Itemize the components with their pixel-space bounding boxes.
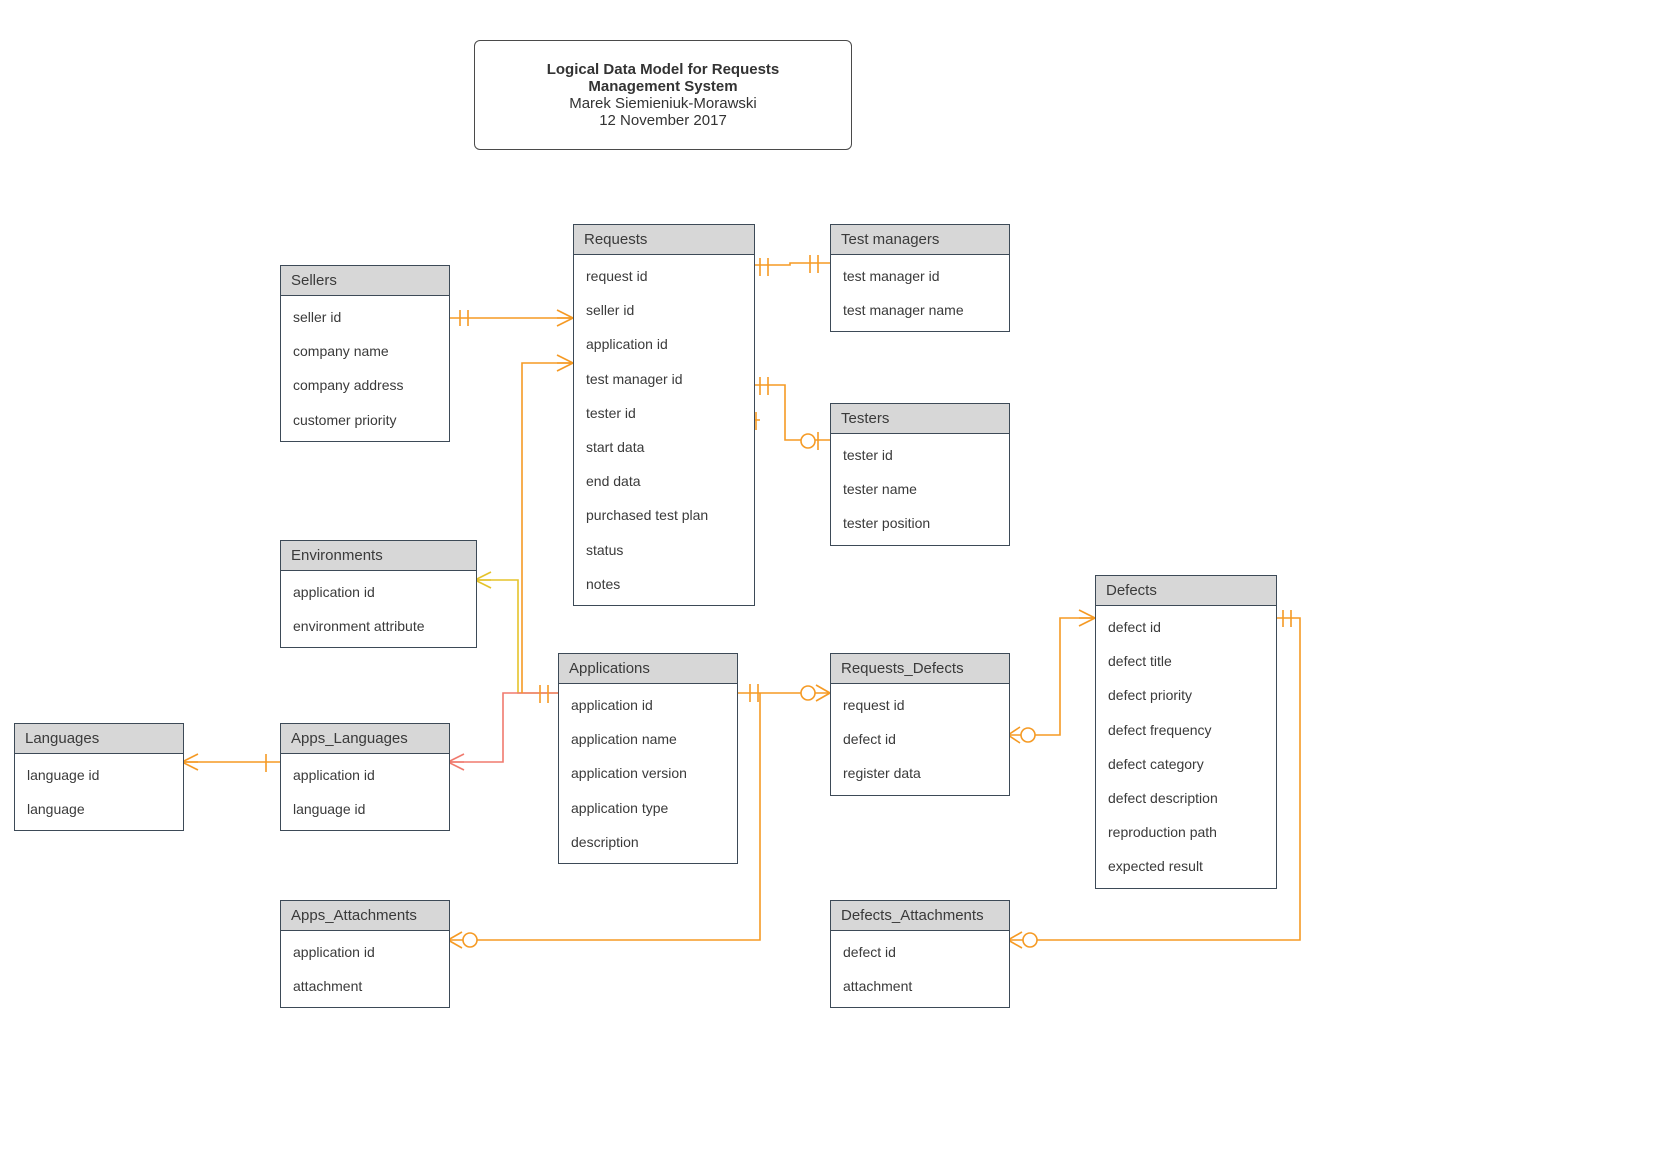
entity-header: Defects (1096, 576, 1276, 606)
entity-attribute: test manager id (831, 259, 1009, 293)
title-author: Marek Siemieniuk-Morawski (503, 95, 823, 112)
entity-header: Environments (281, 541, 476, 571)
entity-attribute: defect frequency (1096, 713, 1276, 747)
entity-attribute: application type (559, 791, 737, 825)
entity-attributes: seller idcompany namecompany addresscust… (281, 296, 449, 441)
entity-attribute: defect priority (1096, 678, 1276, 712)
entity-attributes: request idseller idapplication idtest ma… (574, 255, 754, 605)
entity-environments: Environmentsapplication idenvironment at… (280, 540, 477, 648)
entity-apps-attachments: Apps_Attachmentsapplication idattachment (280, 900, 450, 1008)
entity-attribute: expected result (1096, 849, 1276, 883)
entity-attribute: test manager name (831, 293, 1009, 327)
entity-attribute: language (15, 792, 183, 826)
entity-attribute: register data (831, 756, 1009, 790)
entity-attribute: language id (15, 758, 183, 792)
entity-attribute: application name (559, 722, 737, 756)
title-date: 12 November 2017 (503, 112, 823, 129)
entity-header: Sellers (281, 266, 449, 296)
entity-header: Apps_Attachments (281, 901, 449, 931)
entity-attribute: application id (281, 758, 449, 792)
entity-attribute: application id (559, 688, 737, 722)
entity-attribute: defect id (831, 935, 1009, 969)
entity-attribute: end data (574, 464, 754, 498)
entity-attribute: environment attribute (281, 609, 476, 643)
entity-header: Requests (574, 225, 754, 255)
entity-attribute: application version (559, 756, 737, 790)
entity-attribute: seller id (281, 300, 449, 334)
entity-attribute: application id (281, 935, 449, 969)
entity-attributes: application idattachment (281, 931, 449, 1007)
entity-attribute: tester id (831, 438, 1009, 472)
entity-attribute: defect description (1096, 781, 1276, 815)
entity-attributes: request iddefect idregister data (831, 684, 1009, 795)
entity-attribute: tester id (574, 396, 754, 430)
entity-attribute: start data (574, 430, 754, 464)
entity-header: Languages (15, 724, 183, 754)
entity-attribute: status (574, 533, 754, 567)
entity-attribute: test manager id (574, 362, 754, 396)
entity-header: Defects_Attachments (831, 901, 1009, 931)
entity-defects-attachments: Defects_Attachmentsdefect idattachment (830, 900, 1010, 1008)
entity-attributes: defect iddefect titledefect prioritydefe… (1096, 606, 1276, 888)
entity-attribute: description (559, 825, 737, 859)
entity-attributes: application idlanguage id (281, 754, 449, 830)
entity-attribute: application id (281, 575, 476, 609)
entity-attribute: seller id (574, 293, 754, 327)
entity-defects: Defectsdefect iddefect titledefect prior… (1095, 575, 1277, 889)
diagram-title-box: Logical Data Model for Requests Manageme… (474, 40, 852, 150)
entity-sellers: Sellersseller idcompany namecompany addr… (280, 265, 450, 442)
entity-attribute: notes (574, 567, 754, 601)
entity-languages: Languageslanguage idlanguage (14, 723, 184, 831)
entity-attributes: language idlanguage (15, 754, 183, 830)
entity-attribute: attachment (831, 969, 1009, 1003)
entity-attribute: tester position (831, 506, 1009, 540)
entity-header: Testers (831, 404, 1009, 434)
entity-apps-languages: Apps_Languagesapplication idlanguage id (280, 723, 450, 831)
entity-attributes: application idenvironment attribute (281, 571, 476, 647)
entity-requests-defects: Requests_Defectsrequest iddefect idregis… (830, 653, 1010, 796)
entity-attribute: defect category (1096, 747, 1276, 781)
entity-attribute: attachment (281, 969, 449, 1003)
title-line2: Management System (503, 78, 823, 95)
entity-attribute: request id (574, 259, 754, 293)
entity-attributes: defect idattachment (831, 931, 1009, 1007)
entity-attributes: test manager idtest manager name (831, 255, 1009, 331)
entity-attribute: defect id (831, 722, 1009, 756)
entity-header: Requests_Defects (831, 654, 1009, 684)
entity-attribute: company name (281, 334, 449, 368)
entity-attributes: application idapplication nameapplicatio… (559, 684, 737, 863)
entity-testers: Testerstester idtester nametester positi… (830, 403, 1010, 546)
entity-attribute: language id (281, 792, 449, 826)
entity-header: Test managers (831, 225, 1009, 255)
entity-attribute: defect title (1096, 644, 1276, 678)
relationship-connectors (0, 0, 1656, 1163)
entity-attribute: customer priority (281, 403, 449, 437)
entity-attribute: request id (831, 688, 1009, 722)
entity-attributes: tester idtester nametester position (831, 434, 1009, 545)
entity-attribute: tester name (831, 472, 1009, 506)
entity-applications: Applicationsapplication idapplication na… (558, 653, 738, 864)
entity-header: Applications (559, 654, 737, 684)
title-line1: Logical Data Model for Requests (503, 61, 823, 78)
entity-requests: Requestsrequest idseller idapplication i… (573, 224, 755, 606)
entity-attribute: application id (574, 327, 754, 361)
entity-attribute: company address (281, 368, 449, 402)
entity-attribute: defect id (1096, 610, 1276, 644)
entity-header: Apps_Languages (281, 724, 449, 754)
entity-attribute: reproduction path (1096, 815, 1276, 849)
entity-attribute: purchased test plan (574, 498, 754, 532)
entity-test-managers: Test managerstest manager idtest manager… (830, 224, 1010, 332)
